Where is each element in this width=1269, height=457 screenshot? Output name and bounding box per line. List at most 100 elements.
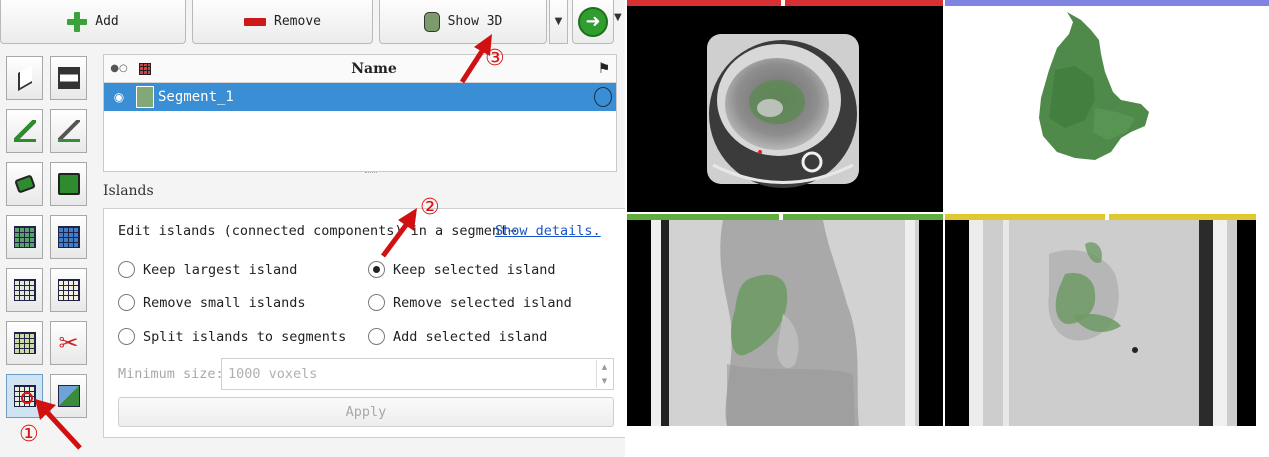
islands-tool-button[interactable] [6, 374, 43, 418]
margin-icon [13, 279, 36, 301]
color-column-header[interactable] [134, 62, 156, 75]
grow-from-seeds-tool-button[interactable] [6, 215, 43, 259]
table-row[interactable]: ◉ Segment_1 [104, 83, 616, 111]
radio-label: Keep largest island [143, 261, 298, 278]
red-slice-view[interactable] [627, 0, 943, 212]
islands-description: Edit islands (connected components) in a… [118, 223, 517, 239]
show-3d-button-label: Show 3D [447, 14, 503, 29]
sagittal-ct-image [651, 220, 919, 426]
scissors-tool-button[interactable]: ✂ [50, 321, 87, 365]
green-slice-bar[interactable] [627, 214, 943, 220]
radio-circle[interactable] [368, 261, 385, 278]
grid-fill-icon [57, 226, 80, 248]
islands-icon [13, 385, 36, 407]
margin-tool-button[interactable] [6, 268, 43, 312]
segments-table: ●○ Name ⚑ ◉ Segment_1 [103, 54, 617, 172]
segment-editor-panel: Add Remove Show 3D ▼ ➜ ▼ ✂ ●○ Name ⚑ ◉ S… [0, 0, 625, 457]
minimum-size-label: Minimum size: [118, 366, 224, 382]
radio-circle[interactable] [118, 328, 135, 345]
yellow-slice-view[interactable] [945, 214, 1256, 426]
axial-ct-image [707, 34, 859, 188]
green-slice-view[interactable] [627, 214, 943, 426]
red-slice-bar[interactable] [627, 0, 943, 6]
split-islands-to-segments-radio[interactable]: Split islands to segments [118, 328, 346, 345]
chevron-down-icon[interactable]: ▼ [602, 377, 607, 385]
name-column-header[interactable]: Name [156, 61, 592, 77]
remove-button-label: Remove [274, 14, 321, 29]
radio-circle[interactable] [368, 294, 385, 311]
visibility-column-icon[interactable]: ●○ [104, 63, 134, 74]
hollow-icon [57, 279, 80, 301]
chevron-down-icon: ▼ [554, 16, 563, 27]
radio-circle[interactable] [118, 294, 135, 311]
coronal-ct-image [969, 220, 1237, 426]
show-3d-button[interactable]: Show 3D [379, 0, 547, 44]
splitter-handle[interactable] [365, 172, 377, 174]
level-tracing-icon [57, 173, 80, 195]
threshold-tool-button[interactable] [50, 56, 87, 100]
arrow-right-circle-icon: ➜ [578, 6, 608, 37]
add-button-label: Add [95, 14, 119, 29]
flag-icon[interactable]: ⚑ [592, 61, 616, 77]
draw-tool-button[interactable] [50, 109, 87, 153]
hollow-tool-button[interactable] [50, 268, 87, 312]
color-grid-icon [139, 62, 151, 75]
remove-segment-button[interactable]: Remove [192, 0, 373, 44]
fill-between-slices-tool-button[interactable] [50, 215, 87, 259]
yellow-slice-bar[interactable] [945, 214, 1256, 220]
keep-selected-island-radio[interactable]: Keep selected island [368, 261, 556, 278]
3d-view[interactable] [945, 0, 1269, 212]
3d-view-bar[interactable] [945, 0, 1269, 6]
chevron-down-icon[interactable]: ▼ [614, 12, 622, 23]
radio-label: Remove small islands [143, 294, 306, 311]
smoothing-tool-button[interactable] [6, 321, 43, 365]
apply-button[interactable]: Apply [118, 397, 614, 427]
minimum-size-input[interactable]: 1000 voxels [221, 358, 614, 390]
radio-label: Keep selected island [393, 261, 556, 278]
keep-largest-island-radio[interactable]: Keep largest island [118, 261, 297, 278]
minimum-size-stepper[interactable]: ▲ ▼ [596, 360, 612, 388]
3d-segment-render [1039, 12, 1149, 160]
grid-seeds-icon [13, 226, 36, 248]
show-details-link[interactable]: Show details. [495, 223, 601, 239]
eraser-icon [13, 174, 36, 194]
segment-name[interactable]: Segment_1 [158, 89, 594, 105]
box3d-icon [423, 11, 440, 32]
none-tool-button[interactable] [6, 56, 43, 100]
table-header: ●○ Name ⚑ [104, 55, 616, 83]
radio-label: Remove selected island [393, 294, 572, 311]
annotation-marker-2: ② [420, 195, 440, 220]
paint-brush-icon [13, 120, 36, 142]
status-circle-icon[interactable] [594, 87, 612, 107]
logical-operators-tool-button[interactable] [50, 374, 87, 418]
radio-circle[interactable] [368, 328, 385, 345]
plus-icon [67, 11, 88, 32]
paint-tool-button[interactable] [6, 109, 43, 153]
islands-options-panel: Edit islands (connected components) in a… [103, 208, 625, 438]
add-segment-button[interactable]: Add [0, 0, 186, 44]
segment-color-swatch[interactable] [136, 86, 154, 108]
slice-views-layout [627, 0, 1269, 457]
minus-icon [244, 17, 267, 26]
radio-label: Split islands to segments [143, 328, 347, 345]
remove-small-islands-radio[interactable]: Remove small islands [118, 294, 306, 311]
add-selected-island-radio[interactable]: Add selected island [368, 328, 547, 345]
islands-section-title: Islands [103, 183, 154, 199]
threshold-icon [57, 67, 80, 89]
erase-tool-button[interactable] [6, 162, 43, 206]
logical-operators-icon [57, 385, 80, 407]
pen-icon [57, 120, 80, 142]
radio-circle[interactable] [118, 261, 135, 278]
smoothing-icon [13, 332, 36, 354]
eye-icon[interactable]: ◉ [104, 90, 134, 104]
level-tracing-tool-button[interactable] [50, 162, 87, 206]
radio-label: Add selected island [393, 328, 548, 345]
pointer-icon [17, 64, 32, 92]
remove-selected-island-radio[interactable]: Remove selected island [368, 294, 572, 311]
show-3d-dropdown-button[interactable]: ▼ [549, 0, 568, 44]
scissors-icon: ✂ [58, 329, 79, 357]
next-segment-button[interactable]: ➜ [572, 0, 614, 44]
annotation-marker-3: ③ [485, 46, 505, 71]
annotation-marker-1: ① [19, 422, 39, 447]
chevron-up-icon[interactable]: ▲ [602, 363, 607, 371]
